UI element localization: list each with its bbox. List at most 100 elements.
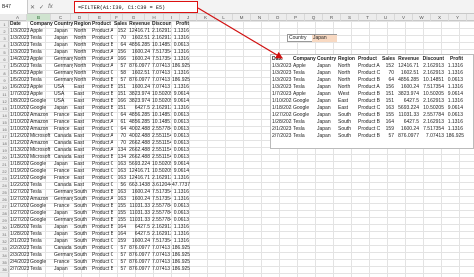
source-cell[interactable]: 163 — [113, 196, 127, 203]
source-cell[interactable]: 0.0613 — [171, 203, 190, 210]
source-cell[interactable]: 1/27/2023 — [9, 196, 29, 203]
source-header-cell[interactable]: Region — [73, 21, 91, 28]
row-header[interactable]: 18 — [0, 140, 9, 147]
result-cell[interactable]: Product B — [357, 119, 381, 126]
source-cell[interactable]: 7.07413 — [151, 259, 171, 266]
source-cell[interactable]: 57 — [113, 77, 127, 84]
row-header[interactable]: 26 — [0, 196, 9, 203]
source-cell[interactable]: Canada — [53, 154, 73, 161]
source-cell[interactable]: Product B — [91, 266, 113, 273]
source-cell[interactable]: 9.0614 — [171, 168, 190, 175]
source-cell[interactable]: 1/10/2023 — [9, 105, 29, 112]
row-header[interactable]: 6 — [0, 56, 9, 63]
source-cell[interactable]: 7.07413 — [151, 84, 171, 91]
source-cell[interactable]: 2.162913 — [151, 231, 171, 238]
row-header[interactable]: 7 — [0, 63, 9, 70]
source-cell[interactable]: 163 — [113, 189, 127, 196]
result-cell[interactable]: 2/7/2023 — [271, 133, 292, 140]
result-cell[interactable]: 1/7/2023 — [271, 91, 292, 98]
source-cell[interactable]: Apple — [29, 28, 53, 35]
result-cell[interactable]: 7.517354 — [420, 84, 445, 91]
column-header-z[interactable]: Z — [467, 14, 474, 21]
result-cell[interactable]: Japan — [316, 119, 337, 126]
source-cell[interactable]: 4856.285 — [127, 42, 151, 49]
source-cell[interactable]: 186.925 — [171, 259, 190, 266]
source-cell[interactable]: Germany — [53, 189, 73, 196]
source-cell[interactable]: 1/10/2023 — [9, 112, 29, 119]
source-cell[interactable]: 155 — [113, 210, 127, 217]
row-header[interactable]: 2 — [0, 28, 9, 35]
row-header[interactable]: 25 — [0, 189, 9, 196]
source-cell[interactable]: 4856.285 — [127, 112, 151, 119]
source-cell[interactable]: East — [73, 84, 91, 91]
source-cell[interactable]: Microsoft — [29, 133, 53, 140]
source-cell[interactable]: Product C — [91, 175, 113, 182]
source-cell[interactable]: Product C — [91, 35, 113, 42]
column-header-w[interactable]: W — [413, 14, 431, 21]
source-header-cell[interactable]: Revenue — [127, 21, 151, 28]
result-cell[interactable]: Tesla — [292, 119, 316, 126]
result-cell[interactable]: 2.162913 — [420, 63, 445, 70]
result-cell[interactable]: Japan — [316, 98, 337, 105]
source-cell[interactable]: 876.0977 — [127, 77, 151, 84]
source-cell[interactable]: 1/3/2023 — [9, 28, 29, 35]
source-cell[interactable]: Product B — [91, 224, 113, 231]
result-cell[interactable]: 1/10/2023 — [271, 98, 292, 105]
source-cell[interactable]: 1.1316 — [171, 56, 190, 63]
formula-input[interactable]: =FILTER(A1:I39, C1:C39 = E5) — [74, 1, 198, 13]
result-cell[interactable]: 5693.224 — [395, 105, 420, 112]
result-cell[interactable]: 1/28/2023 — [271, 119, 292, 126]
result-cell[interactable]: West — [337, 91, 357, 98]
source-cell[interactable]: Japan — [53, 266, 73, 273]
source-cell[interactable]: 11031.33 — [127, 217, 151, 224]
column-header-y[interactable]: Y — [449, 14, 467, 21]
source-cell[interactable]: 7.07413 — [151, 63, 171, 70]
source-cell[interactable]: 1/10/2023 — [9, 126, 29, 133]
source-cell[interactable]: 163 — [113, 168, 127, 175]
close-icon[interactable]: ✕ — [30, 4, 35, 11]
result-cell[interactable]: 2.557784 — [420, 112, 445, 119]
result-cell[interactable]: Product A — [357, 84, 381, 91]
source-cell[interactable]: 1602.51 — [127, 35, 151, 42]
source-cell[interactable]: Product A — [91, 63, 113, 70]
column-header-u[interactable]: U — [377, 14, 395, 21]
source-cell[interactable]: 156 — [113, 49, 127, 56]
source-cell[interactable]: 12416.71 — [127, 175, 151, 182]
name-box[interactable]: B47 — [0, 0, 28, 14]
result-cell[interactable]: 6427.5 — [395, 119, 420, 126]
source-cell[interactable]: 876.0977 — [127, 252, 151, 259]
source-cell[interactable]: 4002.488 — [127, 133, 151, 140]
source-cell[interactable]: 7.517354 — [151, 196, 171, 203]
result-cell[interactable]: 12416.71 — [395, 63, 420, 70]
source-cell[interactable]: East — [73, 168, 91, 175]
result-cell[interactable]: 1/18/2023 — [271, 105, 292, 112]
result-cell[interactable]: Tesla — [292, 77, 316, 84]
result-cell[interactable]: 1/3/2023 — [271, 84, 292, 91]
source-cell[interactable]: Google — [29, 98, 53, 105]
source-cell[interactable]: 876.0977 — [127, 63, 151, 70]
source-cell[interactable]: 7.07413 — [151, 245, 171, 252]
row-header[interactable]: 33 — [0, 245, 9, 252]
source-cell[interactable]: Apple — [29, 70, 53, 77]
source-cell[interactable]: 2/1/2023 — [9, 238, 29, 245]
source-cell[interactable]: Microsoft — [29, 147, 53, 154]
source-cell[interactable]: Japan — [53, 224, 73, 231]
result-cell[interactable]: 2/1/2023 — [271, 126, 292, 133]
source-cell[interactable]: Germany — [53, 70, 73, 77]
source-cell[interactable]: 10.50205 — [151, 161, 171, 168]
source-cell[interactable]: 7.517354 — [151, 49, 171, 56]
source-cell[interactable]: Google — [29, 203, 53, 210]
source-cell[interactable]: Canada — [53, 182, 73, 189]
source-cell[interactable]: 1.1316 — [171, 84, 190, 91]
source-cell[interactable]: Product B — [91, 189, 113, 196]
source-cell[interactable]: Product C — [91, 259, 113, 266]
source-cell[interactable]: Product B — [91, 231, 113, 238]
source-cell[interactable]: Tesla — [29, 35, 53, 42]
source-cell[interactable]: Product A — [91, 56, 113, 63]
source-cell[interactable]: 57 — [113, 63, 127, 70]
source-cell[interactable]: Product C — [91, 70, 113, 77]
source-cell[interactable]: 151 — [113, 105, 127, 112]
source-cell[interactable]: France — [53, 119, 73, 126]
source-cell[interactable]: 152 — [113, 28, 127, 35]
source-cell[interactable]: Google — [29, 217, 53, 224]
